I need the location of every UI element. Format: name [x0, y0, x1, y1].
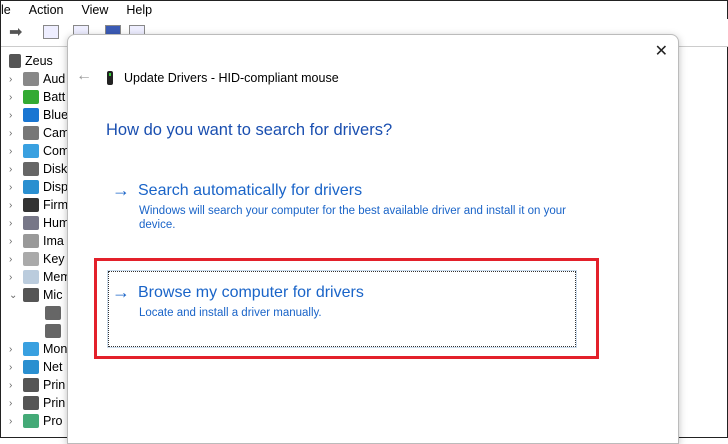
chevron-right-icon[interactable]: › [9, 128, 19, 139]
tree-label: Mic [43, 288, 63, 302]
chevron-right-icon[interactable]: › [9, 344, 19, 355]
chevron-right-icon[interactable]: › [9, 92, 19, 103]
device-icon [23, 162, 39, 176]
tree-label: Com [43, 144, 70, 158]
menu-action[interactable]: Action [29, 1, 64, 19]
chevron-right-icon[interactable]: › [9, 362, 19, 373]
tree-label: Pro [43, 414, 63, 428]
tree-label: Hum [43, 216, 70, 230]
device-icon [23, 180, 39, 194]
device-icon [23, 414, 39, 428]
forward-icon[interactable]: ➡ [9, 22, 22, 42]
chevron-right-icon[interactable]: › [9, 182, 19, 193]
tree-item[interactable]: › Disp [1, 178, 71, 196]
tree-label: Firm [43, 198, 68, 212]
chevron-right-icon[interactable]: › [9, 146, 19, 157]
device-icon [23, 288, 39, 302]
dialog-title: Update Drivers - HID-compliant mouse [124, 71, 339, 85]
device-icon [23, 270, 39, 284]
tree-item[interactable]: › Key [1, 250, 71, 268]
tree-label: Batt [43, 90, 66, 104]
mouse-icon [107, 71, 113, 85]
tree-label: Net [43, 360, 63, 374]
back-arrow-icon[interactable]: ← [76, 67, 92, 85]
properties-icon[interactable] [43, 25, 59, 39]
chevron-down-icon[interactable]: ⌄ [9, 290, 19, 301]
tree-item[interactable]: › Ima [1, 232, 71, 250]
device-icon [23, 126, 39, 140]
tree-root[interactable]: Zeus [1, 52, 71, 70]
tree-label: Disp [43, 180, 69, 194]
tree-label: Cam [43, 126, 70, 140]
computer-icon [9, 54, 21, 68]
tree-item[interactable]: ⌄ Mic [1, 286, 71, 304]
tree-item[interactable]: › Cam [1, 124, 71, 142]
menu-view[interactable]: View [81, 1, 108, 19]
tree-child-mouse[interactable] [1, 322, 71, 340]
tree-label: Blue [43, 108, 69, 122]
tree-item[interactable]: › Pro [1, 412, 71, 430]
device-icon [23, 108, 39, 122]
device-icon [45, 324, 61, 338]
tree-item[interactable]: › Aud [1, 70, 71, 88]
tree-label: Zeus [25, 54, 53, 68]
menu-bar: le Action View Help [1, 1, 728, 19]
device-icon [45, 306, 61, 320]
device-icon [23, 90, 39, 104]
chevron-right-icon[interactable]: › [9, 74, 19, 85]
device-tree: Zeus › Aud › Batt › Blue › Cam › Com › Disk › Disp › Fi… [1, 52, 71, 430]
chevron-right-icon[interactable]: › [9, 200, 19, 211]
device-icon [23, 72, 39, 86]
device-icon [23, 396, 39, 410]
highlight-box [94, 258, 599, 359]
device-icon [23, 378, 39, 392]
tree-label: Key [43, 252, 65, 266]
chevron-right-icon[interactable]: › [9, 218, 19, 229]
device-icon [23, 144, 39, 158]
tree-item[interactable]: › Mem [1, 268, 71, 286]
device-icon [23, 252, 39, 266]
tree-item[interactable]: › Firm [1, 196, 71, 214]
option-heading[interactable]: Search automatically for drivers [138, 182, 362, 200]
tree-item[interactable]: › Prin [1, 394, 71, 412]
tree-item[interactable]: › Hum [1, 214, 71, 232]
chevron-right-icon[interactable]: › [9, 380, 19, 391]
menu-help[interactable]: Help [126, 1, 152, 19]
tree-label: Prin [43, 378, 66, 392]
chevron-right-icon[interactable]: › [9, 236, 19, 247]
arrow-right-icon: → [112, 180, 130, 200]
tree-label: Ima [43, 234, 64, 248]
tree-label: Mon [43, 342, 68, 356]
question-heading: How do you want to search for drivers? [106, 121, 393, 139]
device-icon [23, 342, 39, 356]
chevron-right-icon[interactable]: › [9, 164, 19, 175]
tree-item[interactable]: › Net [1, 358, 71, 376]
option-description: Windows will search your computer for th… [139, 205, 566, 231]
tree-item[interactable]: › Batt [1, 88, 71, 106]
close-icon[interactable]: ✕ [655, 41, 668, 61]
tree-label: Disk [43, 162, 68, 176]
tree-label: Prin [43, 396, 66, 410]
tree-label: Aud [43, 72, 66, 86]
menu-file[interactable]: le [1, 1, 11, 19]
device-icon [23, 216, 39, 230]
chevron-right-icon[interactable]: › [9, 416, 19, 427]
tree-child-mouse[interactable] [1, 304, 71, 322]
tree-item[interactable]: › Prin [1, 376, 71, 394]
chevron-right-icon[interactable]: › [9, 110, 19, 121]
update-drivers-dialog: ✕ ← Update Drivers - HID-compliant mouse… [67, 34, 679, 444]
tree-item[interactable]: › Blue [1, 106, 71, 124]
tree-item[interactable]: › Com [1, 142, 71, 160]
device-icon [23, 234, 39, 248]
device-icon [23, 198, 39, 212]
device-icon [23, 360, 39, 374]
chevron-right-icon[interactable]: › [9, 272, 19, 283]
tree-item[interactable]: › Disk [1, 160, 71, 178]
chevron-right-icon[interactable]: › [9, 254, 19, 265]
tree-item[interactable]: › Mon [1, 340, 71, 358]
chevron-right-icon[interactable]: › [9, 398, 19, 409]
